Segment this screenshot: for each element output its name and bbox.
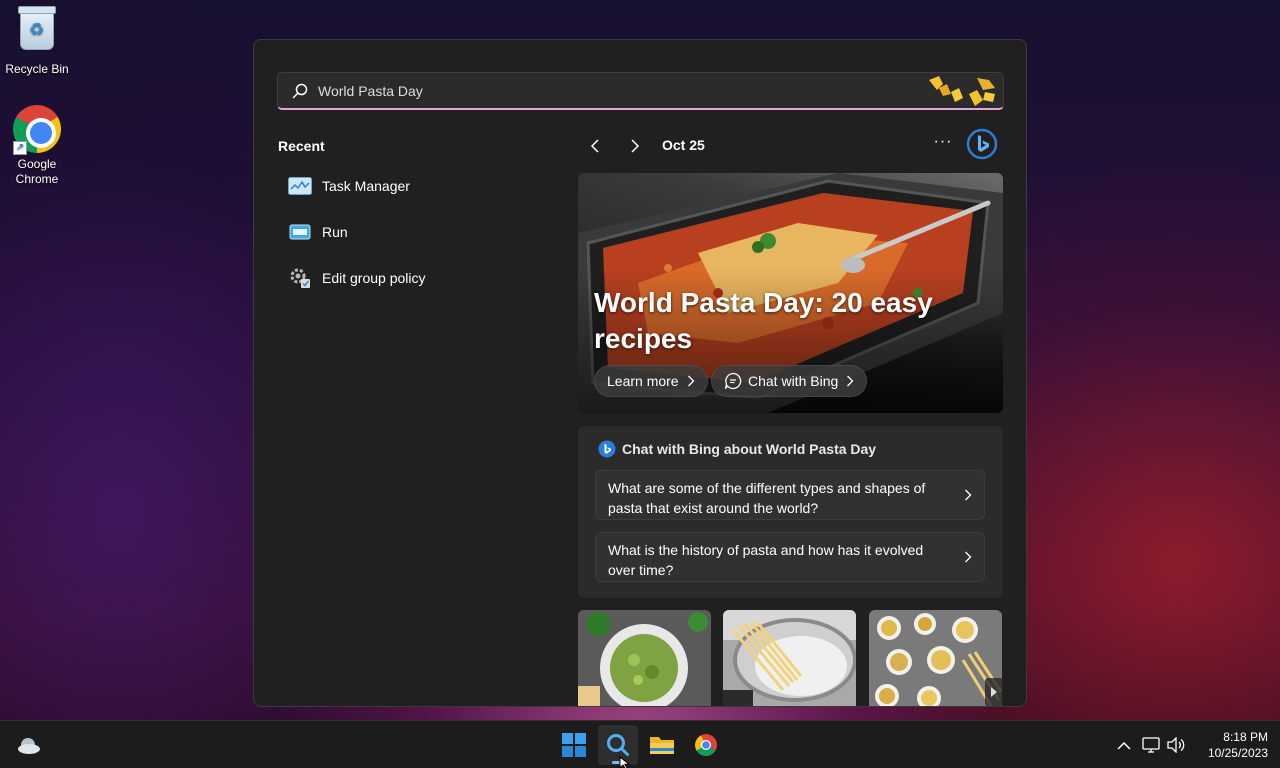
learn-more-button[interactable]: Learn more xyxy=(594,365,708,397)
chevron-left-icon xyxy=(590,139,599,153)
clock[interactable]: 8:18 PM 10/25/2023 xyxy=(1208,729,1268,761)
bing-chat-card: Chat with Bing about World Pasta Day Wha… xyxy=(578,426,1003,598)
more-options-button[interactable]: ··· xyxy=(931,132,955,156)
feed-date: Oct 25 xyxy=(662,137,705,153)
file-explorer-button[interactable] xyxy=(642,725,682,765)
clock-date: 10/25/2023 xyxy=(1207,746,1268,760)
show-hidden-icons-button[interactable] xyxy=(1113,734,1135,756)
search-panel: Recent Task Manager Run Edit xyxy=(253,39,1027,707)
hero-title: World Pasta Day: 20 easy recipes xyxy=(594,287,933,354)
network-button[interactable] xyxy=(1140,734,1162,756)
desktop-icon-label: Recycle Bin xyxy=(5,62,69,76)
clock-time: 8:18 PM xyxy=(1223,730,1268,744)
taskbar: 8:18 PM 10/25/2023 xyxy=(0,720,1280,768)
start-icon xyxy=(562,733,586,757)
file-explorer-icon xyxy=(650,737,674,754)
recent-item-label: Run xyxy=(322,224,348,240)
scroll-right-button[interactable] xyxy=(985,678,1003,706)
chat-with-bing-button[interactable]: Chat with Bing xyxy=(711,365,868,397)
recent-item-edit-group-policy[interactable]: Edit group policy xyxy=(278,260,548,296)
recent-heading: Recent xyxy=(278,138,325,154)
chat-question-text: What is the history of pasta and how has… xyxy=(608,542,924,578)
taskbar-search-button[interactable] xyxy=(598,725,638,765)
chat-question-text: What are some of the different types and… xyxy=(608,480,926,516)
run-icon xyxy=(288,221,312,243)
desktop-icon-google-chrome[interactable]: ↗ Google Chrome xyxy=(0,105,74,187)
hero-card[interactable]: World Pasta Day: 20 easy recipes Learn m… xyxy=(578,173,1003,413)
boiling-spaghetti-image xyxy=(723,610,856,706)
bing-icon xyxy=(966,128,998,160)
search-icon xyxy=(607,734,629,756)
chat-with-bing-label: Chat with Bing xyxy=(748,373,839,389)
bing-chat-button[interactable] xyxy=(966,128,998,160)
next-button[interactable] xyxy=(623,134,647,158)
assorted-pasta-bowls-image xyxy=(869,610,1002,706)
volume-button[interactable] xyxy=(1165,734,1187,756)
search-input[interactable] xyxy=(318,79,878,103)
network-icon xyxy=(1142,737,1160,753)
chevron-right-icon xyxy=(847,375,854,387)
group-policy-icon xyxy=(288,267,312,289)
desktop-icon-recycle-bin[interactable]: ♻ Recycle Bin xyxy=(0,6,74,77)
chrome-icon: ↗ xyxy=(13,105,61,155)
chrome-icon xyxy=(695,734,717,756)
chat-heading-text: Chat with Bing about World Pasta Day xyxy=(622,441,877,457)
chat-heading: Chat with Bing about World Pasta Day xyxy=(598,440,876,458)
chevron-right-icon xyxy=(965,551,972,563)
chat-question-button[interactable]: What is the history of pasta and how has… xyxy=(595,532,985,582)
caret-right-icon xyxy=(991,687,997,697)
chevron-up-icon xyxy=(1117,741,1131,750)
chevron-right-icon xyxy=(631,139,640,153)
recent-item-label: Task Manager xyxy=(322,178,410,194)
mouse-cursor-icon xyxy=(619,756,631,768)
chevron-right-icon xyxy=(687,375,695,387)
bing-icon xyxy=(598,440,616,458)
chat-question-button[interactable]: What are some of the different types and… xyxy=(595,470,985,520)
search-box[interactable] xyxy=(277,72,1004,110)
recent-item-run[interactable]: Run xyxy=(278,214,548,250)
task-manager-icon xyxy=(288,175,312,197)
pesto-pasta-image xyxy=(578,610,711,706)
learn-more-label: Learn more xyxy=(607,373,679,389)
shortcut-arrow-icon: ↗ xyxy=(13,141,27,155)
start-button[interactable] xyxy=(554,725,594,765)
previous-button[interactable] xyxy=(583,134,607,158)
thumbnail-assorted-pasta[interactable] xyxy=(869,610,1002,706)
recycle-bin-icon: ♻ xyxy=(13,6,61,58)
chevron-right-icon xyxy=(965,489,972,501)
desktop-icon-label: Google Chrome xyxy=(15,157,59,186)
recent-item-label: Edit group policy xyxy=(322,270,426,286)
widgets-button[interactable] xyxy=(8,725,48,765)
thumbnail-pesto-pasta[interactable] xyxy=(578,610,711,706)
thumbnail-boiling-spaghetti[interactable] xyxy=(723,610,856,706)
chat-bubble-icon xyxy=(724,372,742,390)
search-icon xyxy=(292,83,308,99)
weather-cloud-icon xyxy=(18,738,40,754)
speaker-icon xyxy=(1167,737,1185,753)
pasta-decoration-icon xyxy=(929,76,995,106)
taskbar-chrome-button[interactable] xyxy=(686,725,726,765)
recent-item-task-manager[interactable]: Task Manager xyxy=(278,168,548,204)
